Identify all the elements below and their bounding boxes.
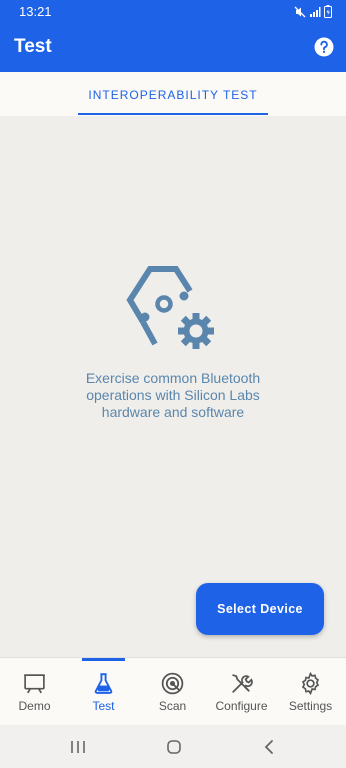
nav-label: Test [92,699,115,713]
tab-indicator [78,113,268,115]
nav-active-indicator [82,658,125,661]
nav-label: Demo [18,699,51,713]
gear-icon [301,671,320,696]
nav-label: Settings [288,699,333,713]
status-time: 13:21 [19,4,52,19]
recent-apps-icon[interactable] [68,738,88,756]
tab-interoperability-test[interactable]: INTEROPERABILITY TEST [78,72,268,116]
empty-state-message: Exercise common Bluetooth operations wit… [40,370,306,421]
mute-icon [294,6,306,17]
nav-label: Configure [215,699,268,713]
nav-item-configure[interactable]: Configure [207,658,276,726]
tab-strip: INTEROPERABILITY TEST [0,72,346,116]
hexagon-gear-icon [126,266,214,349]
nav-label: Scan [158,699,187,713]
bottom-nav: Demo Test Scan Configure Settings [0,657,346,725]
message-line: operations with Silicon Labs [86,387,260,403]
signal-icon [310,6,321,17]
app-bar: Test [0,24,346,72]
page-title: Test [14,36,52,57]
home-icon[interactable] [164,738,184,756]
tools-icon [232,674,253,693]
main-content: Exercise common Bluetooth operations wit… [0,116,346,657]
battery-icon [324,5,332,18]
presentation-icon [24,674,45,694]
scan-target-icon [161,672,184,695]
system-nav-bar [0,725,346,768]
message-line: Exercise common Bluetooth [85,370,261,386]
nav-item-demo[interactable]: Demo [0,658,69,726]
flask-icon [94,673,113,694]
back-icon[interactable] [260,738,280,756]
message-line: hardware and software [101,404,245,420]
tab-label: INTEROPERABILITY TEST [88,88,258,102]
nav-item-test[interactable]: Test [69,658,138,726]
status-bar: 13:21 [0,0,346,24]
select-device-button[interactable]: Select Device [196,583,324,635]
status-icons [294,5,332,18]
nav-item-scan[interactable]: Scan [138,658,207,726]
help-icon[interactable] [314,37,334,57]
nav-item-settings[interactable]: Settings [276,658,345,726]
